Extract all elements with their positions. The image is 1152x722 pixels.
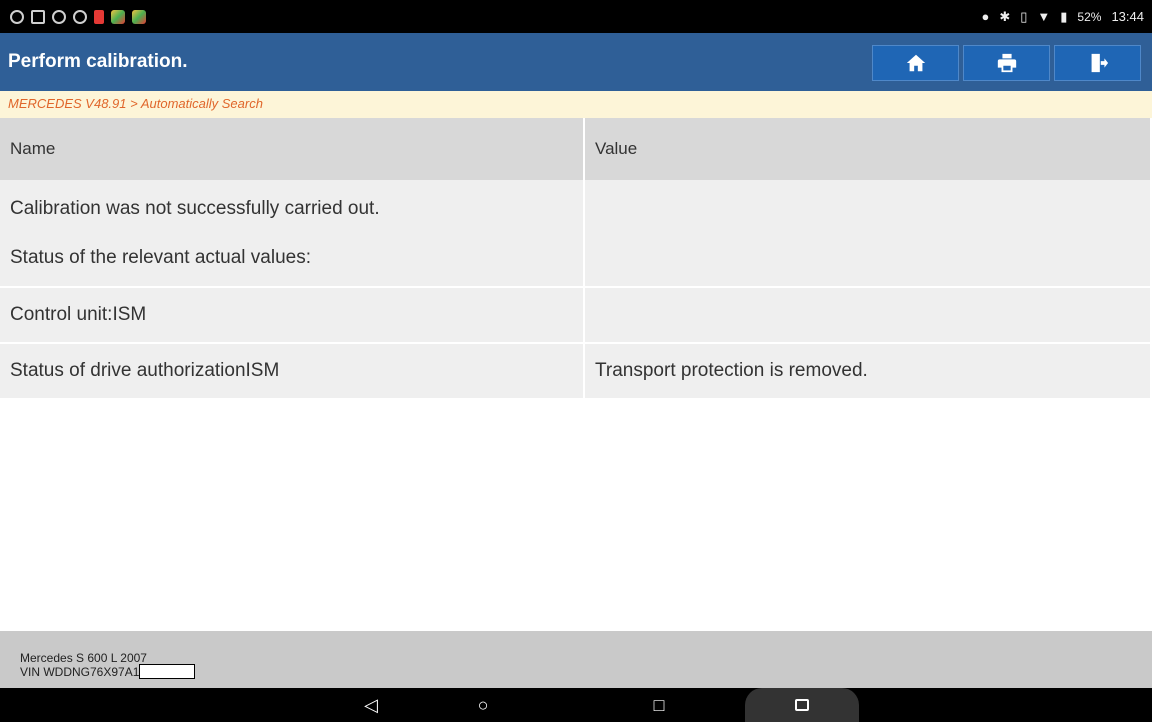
recents-button[interactable]: □	[644, 688, 674, 722]
column-header-name: Name	[0, 118, 585, 180]
exit-icon	[1091, 53, 1108, 73]
system-status-bar: ● ✱ ▯ ▼ ▮ 52% 13:44	[0, 0, 1152, 33]
data-stream-table: Name Value Calibration was not successfu…	[0, 118, 1152, 400]
home-nav-button[interactable]: ○	[468, 688, 498, 722]
row-value-cell: Transport protection is removed.	[584, 343, 1152, 400]
row-name-cell: Control unit:ISM	[0, 287, 585, 344]
circle-home-icon: ○	[477, 694, 489, 715]
row-value-cell	[584, 287, 1152, 344]
breadcrumb: MERCEDES V48.91 > Automatically Search	[0, 91, 1152, 118]
table-row: Status of drive authorizationISM Transpo…	[0, 343, 1152, 400]
app-header: Perform calibration.	[0, 33, 1152, 91]
vin-number: VIN WDDNG76X97A1	[20, 665, 140, 679]
system-indicators: ● ✱ ▯ ▼ ▮ 52% 13:44	[981, 9, 1144, 25]
battery-alert-icon	[94, 9, 104, 24]
table-header-row: Name Value	[0, 118, 1152, 180]
image-icon	[795, 699, 809, 711]
home-icon	[906, 54, 925, 72]
status-heading-text: Status of the relevant actual values:	[10, 247, 312, 268]
screenshot-icon	[31, 9, 45, 24]
battery-icon: ▮	[1060, 8, 1068, 24]
back-icon: ◁	[364, 694, 378, 715]
bluetooth-icon: ✱	[999, 8, 1011, 24]
vehicle-info-footer: Mercedes S 600 L 2007 VIN WDDNG76X97A1	[0, 631, 1152, 688]
app-icon-1	[111, 9, 125, 24]
row-name-cell: Calibration was not successfully carried…	[0, 180, 585, 288]
vin-line: VIN WDDNG76X97A1	[20, 664, 1152, 679]
recents-icon: □	[653, 694, 665, 715]
screenshot-button[interactable]	[745, 688, 859, 722]
vibrate-icon: ▯	[1020, 8, 1028, 24]
vin-redaction	[139, 664, 196, 679]
row-value-cell	[584, 180, 1152, 288]
column-header-value: Value	[584, 118, 1152, 180]
clock: 13:44	[1111, 9, 1144, 24]
back-button[interactable]: ◁	[356, 688, 386, 722]
print-button[interactable]	[963, 45, 1050, 81]
notification-icons	[10, 9, 146, 24]
table-row: Control unit:ISM	[0, 287, 1152, 344]
diagnostic-icon	[52, 9, 66, 24]
android-navigation-bar: ◁ ○ □	[0, 688, 1152, 722]
location-icon: ●	[981, 9, 990, 24]
exit-button[interactable]	[1054, 45, 1141, 81]
vehicle-model: Mercedes S 600 L 2007	[20, 651, 147, 665]
table-row: Calibration was not successfully carried…	[0, 180, 1152, 288]
wifi-icon: ▼	[1037, 9, 1051, 24]
bluetooth-notification-icon	[73, 9, 87, 24]
row-name-cell: Status of drive authorizationISM	[0, 343, 585, 400]
calibration-result-text: Calibration was not successfully carried…	[10, 198, 380, 219]
print-icon	[997, 53, 1016, 73]
app-notification-icon	[10, 9, 24, 24]
app-icon-2	[132, 9, 146, 24]
battery-level: 52%	[1077, 9, 1102, 24]
home-button[interactable]	[872, 45, 959, 81]
